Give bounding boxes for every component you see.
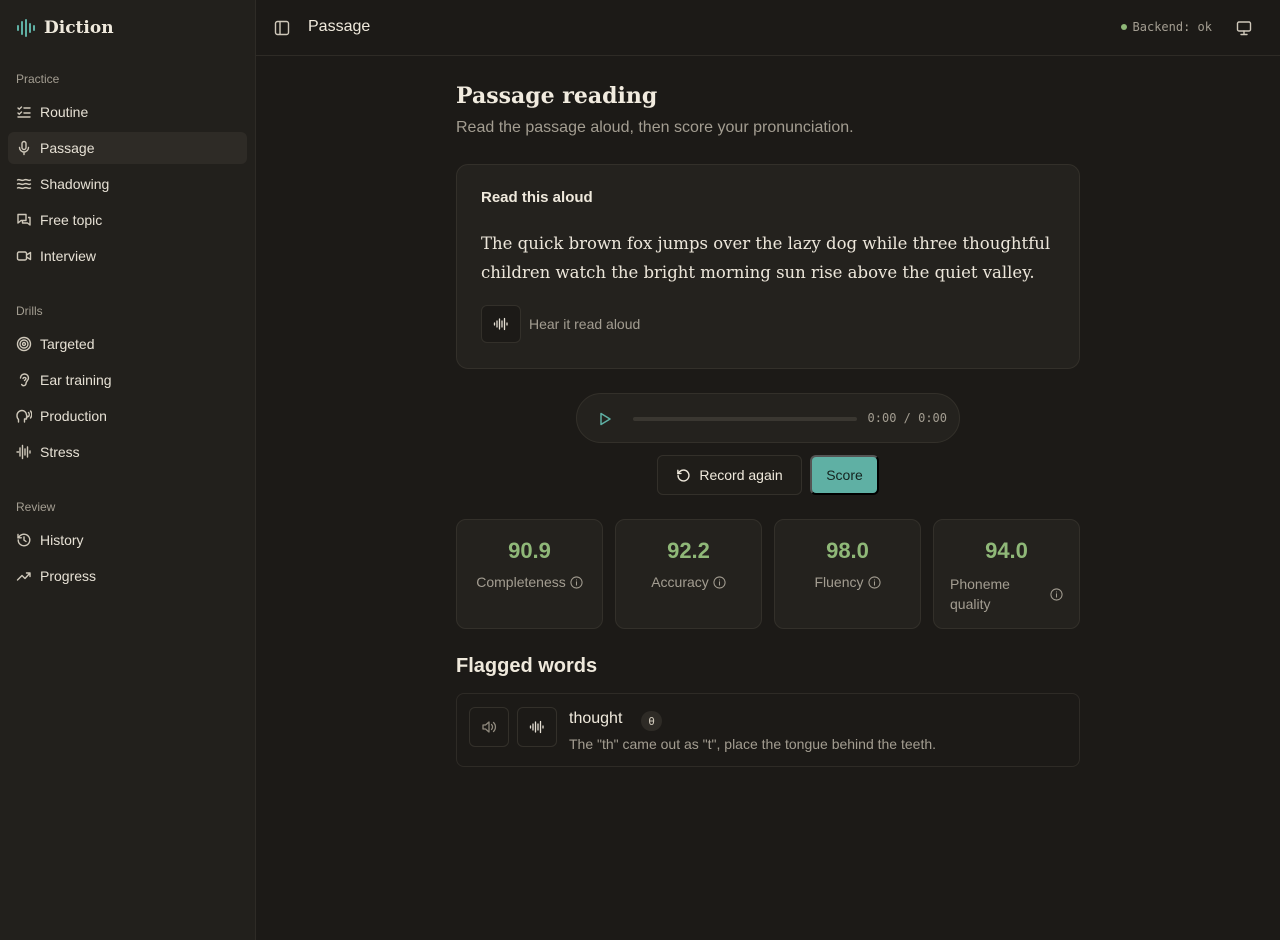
info-icon[interactable] [1050,587,1063,601]
sidebar-item-label: Shadowing [40,176,110,192]
chat-bubbles-icon [17,213,31,226]
sidebar-item-label: Ear training [40,372,112,388]
trending-up-icon [16,572,31,581]
nav-group-review: Review [16,500,56,514]
play-reference-button[interactable] [517,707,557,747]
backend-status: Backend: ok [1120,20,1212,34]
nav-group-practice: Practice [16,72,60,86]
score-button[interactable]: Score [810,455,879,495]
sidebar-item-interview[interactable]: Interview [8,240,247,272]
brand[interactable]: Diction [16,16,114,40]
target-icon [16,336,32,352]
passage-text: The quick brown fox jumps over the lazy … [481,234,1051,282]
nav-group-drills: Drills [16,304,43,318]
speaker-icon [482,721,497,733]
sidebar-item-label: Production [40,408,107,424]
play-recording-button[interactable] [469,707,509,747]
info-icon[interactable] [570,575,583,589]
phoneme-badge: θ [641,711,662,731]
page-subtitle: Read the passage aloud, then score your … [456,119,854,136]
breadcrumb: Passage [308,18,371,35]
rotate-ccw-icon [677,468,690,482]
card-title: Read this aloud [481,189,593,206]
sidebar-item-label: Stress [40,444,80,460]
info-icon[interactable] [867,575,881,589]
speaking-head-icon [16,409,32,423]
sidebar-item-stress[interactable]: Stress [8,436,247,468]
hear-label: Hear it read aloud [529,316,641,332]
sidebar-item-label: History [40,532,84,548]
sidebar-item-label: Free topic [40,212,103,228]
history-icon [17,533,31,547]
flagged-words-title: Flagged words [456,655,598,677]
metric-label: Fluency [775,574,920,590]
metric-accuracy: 92.2 Accuracy [615,519,762,629]
play-passage-button[interactable] [481,305,521,343]
metric-value: 90.9 [508,538,551,563]
metric-label: Completeness [457,574,602,590]
record-again-label: Record again [699,467,783,483]
sidebar-item-history[interactable]: History [8,524,247,556]
page-title: Passage reading [456,83,658,109]
monitor-icon[interactable] [1236,20,1252,36]
sidebar-toggle-icon[interactable] [274,20,290,36]
sidebar-item-free-topic[interactable]: Free topic [8,204,247,236]
sidebar-item-routine[interactable]: Routine [8,96,247,128]
audio-progress-track[interactable] [633,417,857,421]
sidebar-item-label: Interview [40,248,97,264]
video-icon [16,251,32,261]
waves-icon [16,178,32,190]
sidebar-item-shadowing[interactable]: Shadowing [8,168,247,200]
sidebar-item-progress[interactable]: Progress [8,560,247,592]
ear-icon [19,373,30,387]
score-label: Score [826,467,863,483]
app-name: Diction [44,18,114,38]
metric-label: Phoneme quality [950,574,1063,614]
audio-time: 0:00 / 0:00 [867,411,947,425]
sidebar-item-targeted[interactable]: Targeted [8,328,247,360]
sidebar: Diction Practice Routine Passage Shadowi… [0,0,256,940]
audio-waveform-icon [16,444,31,460]
passage-card: Read this aloud The quick brown fox jump… [456,164,1080,369]
sidebar-item-label: Routine [40,104,89,120]
play-icon[interactable] [597,411,613,427]
status-text: Backend: ok [1132,20,1212,34]
sidebar-item-label: Targeted [40,336,95,352]
metric-value: 94.0 [985,538,1028,563]
info-icon[interactable] [713,575,726,589]
sidebar-item-label: Progress [40,568,97,584]
metric-completeness: 90.9 Completeness [456,519,603,629]
audio-waveform-icon [529,720,544,734]
metric-value: 98.0 [826,538,869,563]
metric-phoneme-quality: 94.0 Phoneme quality [933,519,1080,629]
metric-fluency: 98.0 Fluency [774,519,921,629]
flagged-word-row: thought θ The "th" came out as "t", plac… [456,693,1080,767]
metric-value: 92.2 [667,538,710,563]
flagged-feedback: The "th" came out as "t", place the tong… [569,736,937,752]
microphone-icon [18,140,30,156]
sidebar-item-ear-training[interactable]: Ear training [8,364,247,396]
status-dot-icon [1120,24,1127,30]
sidebar-item-passage[interactable]: Passage [8,132,247,164]
list-checks-icon [17,106,31,118]
topbar: Passage Backend: ok [256,0,1280,56]
metric-label: Accuracy [616,574,761,590]
record-again-button[interactable]: Record again [657,455,802,495]
sidebar-item-production[interactable]: Production [8,400,247,432]
audio-player: 0:00 / 0:00 [576,393,960,443]
audio-waveform-logo-icon [17,19,35,37]
flagged-word: thought [569,710,623,727]
audio-waveform-icon [493,317,508,331]
sidebar-item-label: Passage [40,140,95,156]
